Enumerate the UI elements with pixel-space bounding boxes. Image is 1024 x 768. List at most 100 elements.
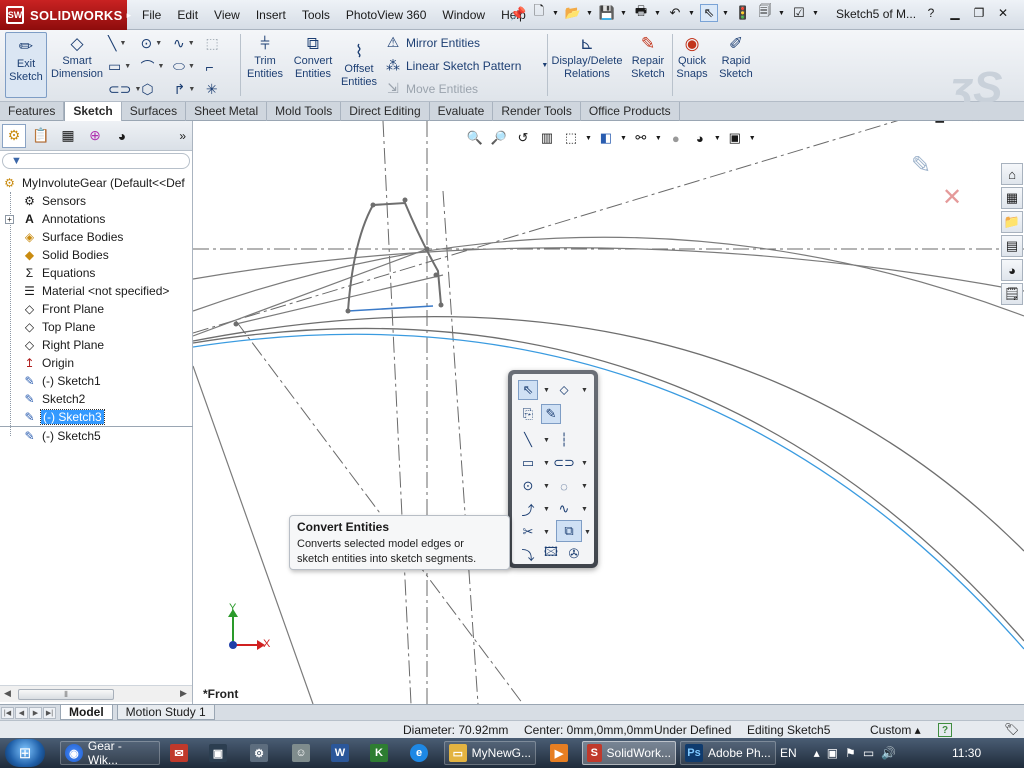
home-icon[interactable]: ⌂ xyxy=(1001,163,1023,185)
smart-dimension-button[interactable]: ◇ Smart Dimension xyxy=(51,32,103,81)
menu-view[interactable]: View xyxy=(206,6,248,24)
menu-edit[interactable]: Edit xyxy=(169,6,206,24)
taskbar-app[interactable]: ▣ xyxy=(205,741,236,765)
apply-scene-icon[interactable]: ◕ xyxy=(690,129,710,147)
tree-item-surface-bodies[interactable]: ◈ Surface Bodies xyxy=(0,228,193,246)
sketch-point[interactable] xyxy=(370,202,376,208)
dropdown-arrow-icon[interactable]: ▼ xyxy=(581,483,588,490)
tree-item-sketch2[interactable]: ✎ Sketch2 xyxy=(0,390,193,408)
sketch-point[interactable] xyxy=(402,197,408,203)
move-entities-button[interactable]: ⇲ Move Entities xyxy=(384,80,478,97)
dropdown-arrow-icon[interactable]: ▼ xyxy=(543,483,550,490)
dropdown-arrow-icon[interactable]: ▼ xyxy=(620,10,628,17)
dropdown-arrow-icon[interactable]: ▼ xyxy=(654,10,662,17)
rectangle-tool-icon[interactable]: ▭ xyxy=(518,453,538,473)
rapid-sketch-button[interactable]: ✐ Rapid Sketch xyxy=(716,32,756,81)
menu-window[interactable]: Window xyxy=(434,6,493,24)
save-icon[interactable]: 💾 xyxy=(598,4,616,22)
dropdown-arrow-icon[interactable]: ▼ xyxy=(749,135,756,142)
help-icon[interactable]: ? xyxy=(938,723,952,737)
rebuild-traffic-light-icon[interactable]: 🚦 xyxy=(734,4,752,22)
rectangle-tool-icon[interactable]: ▭ ▼ xyxy=(108,58,141,75)
slot-tool-icon[interactable]: ⊂⊃ ▼ xyxy=(108,81,141,98)
close-icon[interactable]: ✕ xyxy=(970,121,981,126)
select-cursor-icon[interactable]: ⇖ xyxy=(700,4,718,22)
tab-office-products[interactable]: Office Products xyxy=(581,102,680,121)
cancel-sketch-corner-icon[interactable]: ✕ xyxy=(942,183,962,212)
tag-icon[interactable]: 🏷 xyxy=(1004,722,1019,736)
tangent-arc-icon[interactable]: ⤴ xyxy=(518,499,538,519)
open-folder-icon[interactable]: 📂 xyxy=(564,4,582,22)
scroll-right-icon[interactable]: ▶ xyxy=(180,688,187,699)
dropdown-arrow-icon[interactable]: ▼ xyxy=(655,135,662,142)
taskbar-word[interactable]: W xyxy=(327,741,358,765)
select-cursor-icon[interactable]: ⇖ xyxy=(518,380,538,400)
offset-entities-icon[interactable]: ⤵ xyxy=(518,544,538,564)
tab-mold-tools[interactable]: Mold Tools xyxy=(267,102,342,121)
tree-root[interactable]: ⚙ MyInvoluteGear (Default<<Def xyxy=(0,174,193,192)
tree-item-right-plane[interactable]: ◇ Right Plane xyxy=(0,336,193,354)
next-tab-icon[interactable]: ▶ xyxy=(29,706,42,719)
help-icon[interactable]: ? xyxy=(922,4,940,22)
convert-entities-button[interactable]: ⧉ Convert Entities xyxy=(290,32,336,81)
scroll-left-icon[interactable]: ◀ xyxy=(4,688,11,699)
edit-appearance-icon[interactable]: ● xyxy=(666,129,686,147)
sketch-point[interactable] xyxy=(424,246,430,252)
tab-evaluate[interactable]: Evaluate xyxy=(430,102,494,121)
taskbar-ie[interactable]: e xyxy=(406,741,437,765)
configuration-manager-tab-icon[interactable]: ▦ xyxy=(56,124,80,148)
dropdown-arrow-icon[interactable]: ▼ xyxy=(581,506,588,513)
circle-tool-icon[interactable]: ⊙ xyxy=(518,476,538,496)
dropdown-arrow-icon[interactable]: ▼ xyxy=(778,10,786,17)
show-hidden-icons-icon[interactable]: ▴ xyxy=(814,746,820,760)
expand-icon[interactable]: + xyxy=(5,214,14,224)
first-tab-icon[interactable]: |◀ xyxy=(1,706,14,719)
pin-icon[interactable]: 📌 xyxy=(510,6,526,22)
file-explorer-icon[interactable]: 📁 xyxy=(1001,211,1023,233)
restore-icon[interactable]: ❐ xyxy=(952,121,962,126)
view-orientation-icon[interactable]: ⬚ xyxy=(561,129,581,147)
edit-sketch-icon[interactable]: ✎ xyxy=(541,404,561,424)
fillet-tool-icon[interactable]: ⌐ xyxy=(206,59,239,75)
taskbar-app[interactable]: ☺ xyxy=(288,741,319,765)
taskbar-item-folder[interactable]: ▭ MyNewG... xyxy=(444,741,536,765)
tile-icon[interactable]: ⊟ xyxy=(901,121,910,126)
spline-tool-icon[interactable]: ∿ xyxy=(554,499,574,519)
menu-tools[interactable]: Tools xyxy=(294,6,338,24)
circle-tool-icon[interactable]: ⊙ ▼ xyxy=(141,35,174,52)
previous-tab-icon[interactable]: ◀ xyxy=(15,706,28,719)
dropdown-arrow-icon[interactable]: ▼ xyxy=(812,10,820,17)
taskbar-gmail[interactable]: ✉ xyxy=(166,741,197,765)
dropdown-arrow-icon[interactable]: ▼ xyxy=(543,460,550,467)
undo-icon[interactable]: ↶ xyxy=(666,4,684,22)
tree-item-front-plane[interactable]: ◇ Front Plane xyxy=(0,300,193,318)
taskbar-app[interactable]: ⚙ xyxy=(246,741,277,765)
view-settings-icon[interactable]: ▣ xyxy=(725,129,745,147)
taskbar-app[interactable]: K xyxy=(366,741,397,765)
sketch-point[interactable] xyxy=(345,308,351,314)
exit-sketch-button[interactable]: ✏ Exit Sketch xyxy=(5,32,47,98)
quick-snaps-button[interactable]: ◉ Quick Snaps xyxy=(675,32,709,81)
spline-tool-icon[interactable]: ∿ ▼ xyxy=(173,35,206,52)
property-manager-tab-icon[interactable]: 📋 xyxy=(29,124,53,148)
dropdown-arrow-icon[interactable]: ▼ xyxy=(584,529,591,536)
language-indicator[interactable]: EN xyxy=(780,746,797,760)
dropdown-arrow-icon[interactable]: ▼ xyxy=(543,529,550,536)
tab-motion-study[interactable]: Motion Study 1 xyxy=(116,705,215,720)
plane-tool-icon[interactable]: ↱ ▼ xyxy=(174,81,206,98)
options-icon[interactable]: ☑ xyxy=(790,4,808,22)
dropdown-arrow-icon[interactable]: ▼ xyxy=(543,437,550,444)
taskbar-item-photoshop[interactable]: Ps Adobe Ph... xyxy=(680,741,776,765)
design-library-icon[interactable]: ▦ xyxy=(1001,187,1023,209)
tree-item-annotations[interactable]: + A Annotations xyxy=(0,210,193,228)
repair-sketch-icon[interactable]: ✇ xyxy=(564,544,584,564)
linear-sketch-pattern-button[interactable]: ⁂ Linear Sketch Pattern ▼ xyxy=(384,57,548,74)
tree-item-top-plane[interactable]: ◇ Top Plane xyxy=(0,318,193,336)
zoom-to-fit-icon[interactable]: 🔍 xyxy=(465,129,485,147)
new-document-icon[interactable]: 🗋 xyxy=(530,3,548,22)
dropdown-arrow-icon[interactable]: ▼ xyxy=(543,387,550,394)
tab-sketch[interactable]: Sketch xyxy=(64,102,122,121)
minimize-icon[interactable]: ▁ xyxy=(935,121,943,126)
exit-sketch-corner-icon[interactable]: ✎ xyxy=(911,151,931,180)
repair-sketch-button[interactable]: ✎ Repair Sketch xyxy=(628,32,668,81)
